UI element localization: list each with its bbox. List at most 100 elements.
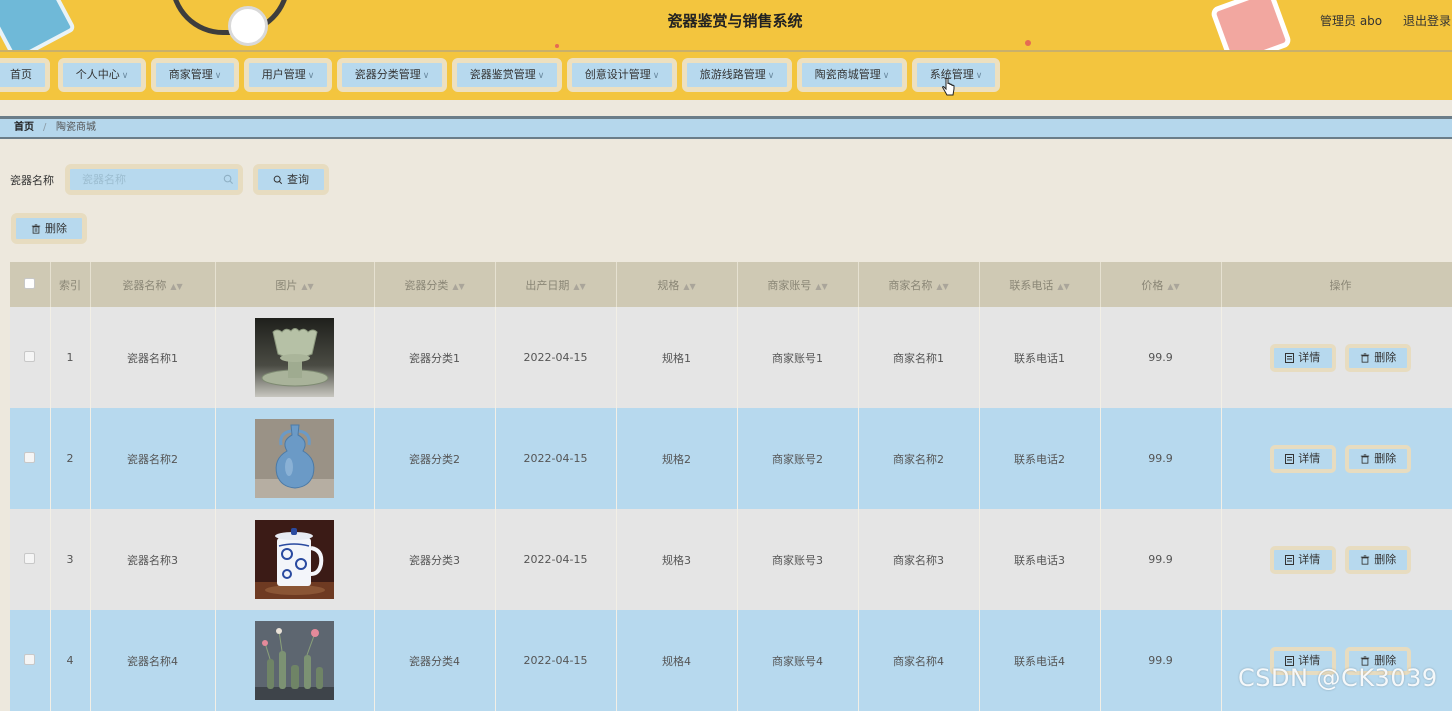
detail-button[interactable]: 详情 — [1269, 545, 1336, 574]
product-image-green-vases[interactable] — [255, 621, 334, 700]
product-image-lidded-mug[interactable] — [255, 520, 334, 599]
column-header-label: 索引 — [59, 278, 81, 292]
nav-category-mgmt[interactable]: 瓷器分类管理 ∨ — [337, 58, 447, 92]
column-header-phone[interactable]: 联系电话 ▲▼ — [979, 262, 1101, 307]
sort-icon[interactable]: ▲▼ — [683, 282, 695, 291]
trash-icon — [1361, 554, 1370, 565]
csdn-watermark: CSDN @CK3039 — [1238, 664, 1438, 692]
chevron-down-icon: ∨ — [882, 71, 890, 81]
product-image-blue-vase[interactable] — [255, 419, 334, 498]
logout-link[interactable]: 退出登录 — [1403, 12, 1451, 29]
nav-user-mgmt[interactable]: 用户管理 ∨ — [244, 58, 332, 92]
hand-cursor-icon — [942, 78, 955, 96]
delete-button[interactable]: 删除 — [1345, 545, 1412, 574]
breadcrumb-current: 陶瓷商城 — [56, 122, 96, 133]
header-tablet-decoration — [0, 0, 77, 50]
row-checkbox[interactable] — [24, 350, 36, 362]
nav-merchant-mgmt[interactable]: 商家管理 ∨ — [151, 58, 239, 92]
sort-icon[interactable]: ▲▼ — [936, 282, 948, 291]
nav-system-mgmt[interactable]: 系统管理 ∨ — [912, 58, 1000, 92]
sort-icon[interactable]: ▲▼ — [452, 282, 464, 291]
admin-user-label: 管理员 abo — [1320, 14, 1383, 28]
nav-mall-mgmt[interactable]: 陶瓷商城管理 ∨ — [797, 58, 907, 92]
search-input[interactable] — [70, 169, 222, 190]
delete-button[interactable]: 删除 — [1345, 343, 1412, 372]
column-header-label: 规格 — [657, 278, 680, 292]
breadcrumb-home[interactable]: 首页 — [14, 119, 34, 137]
nav-personal-center[interactable]: 个人中心 ∨ — [58, 58, 146, 92]
app-title: 瓷器鉴赏与销售系统 — [667, 12, 803, 30]
delete-button[interactable]: 删除 — [1345, 444, 1412, 473]
chevron-down-icon: ∨ — [422, 71, 430, 81]
document-icon — [1285, 352, 1295, 363]
account-cell: 商家账号3 — [737, 509, 859, 610]
header-earbud-decoration — [228, 6, 268, 46]
column-header-account[interactable]: 商家账号 ▲▼ — [737, 262, 859, 307]
search-icon — [273, 175, 283, 185]
sort-icon[interactable]: ▲▼ — [301, 282, 313, 291]
query-button-label: 查询 — [287, 173, 309, 186]
nav-appreciation-mgmt[interactable]: 瓷器鉴赏管理 ∨ — [452, 58, 562, 92]
sort-icon[interactable]: ▲▼ — [170, 282, 182, 291]
category-cell: 瓷器分类3 — [374, 509, 496, 610]
column-header-date[interactable]: 出产日期 ▲▼ — [495, 262, 617, 307]
row-checkbox-cell — [10, 307, 51, 408]
date-cell: 2022-04-15 — [495, 408, 617, 509]
merchant-cell: 商家名称1 — [858, 307, 980, 408]
delete-label: 删除 — [1374, 552, 1397, 566]
column-header-category[interactable]: 瓷器分类 ▲▼ — [374, 262, 496, 307]
column-header-actions: 操作 — [1221, 262, 1452, 307]
table-row: 4 瓷器名称4 瓷器分类4 2022-04-15 规格4 商家账号4 商家名称4… — [10, 610, 1452, 711]
name-cell: 瓷器名称1 — [90, 307, 216, 408]
column-header-merchant[interactable]: 商家名称 ▲▼ — [858, 262, 980, 307]
date-cell: 2022-04-15 — [495, 610, 617, 711]
product-image-celadon-cup[interactable] — [255, 318, 334, 397]
nav-creative-mgmt[interactable]: 创意设计管理 ∨ — [567, 58, 677, 92]
query-button[interactable]: 查询 — [253, 164, 329, 195]
sort-icon[interactable]: ▲▼ — [1167, 282, 1179, 291]
table-row: 2 瓷器名称2 瓷器分类2 2022-04-15 规格2 商家账号2 商家名称2… — [10, 408, 1452, 509]
actions-cell: 详情 删除 — [1221, 408, 1452, 509]
column-header-index: 索引 — [50, 262, 91, 307]
spec-cell: 规格2 — [616, 408, 738, 509]
actions-cell: 详情 删除 — [1221, 307, 1452, 408]
chevron-down-icon: ∨ — [214, 71, 222, 81]
table-header-row: 索引 瓷器名称 ▲▼ 图片 ▲▼ 瓷器分类 ▲▼ 出产日期 ▲▼ 规格 ▲▼ 商家账号 ▲▼… — [10, 262, 1452, 307]
table-row: 3 瓷器名称3 瓷器分类3 2022-04-15 规格3 商家账号3 商家名称3… — [10, 509, 1452, 610]
index-cell: 3 — [50, 509, 91, 610]
document-icon — [1285, 453, 1295, 464]
merchant-cell: 商家名称4 — [858, 610, 980, 711]
detail-button[interactable]: 详情 — [1269, 343, 1336, 372]
detail-label: 详情 — [1298, 451, 1321, 465]
row-checkbox-cell — [10, 610, 51, 711]
price-cell: 99.9 — [1100, 610, 1222, 711]
nav-travel-mgmt[interactable]: 旅游线路管理 ∨ — [682, 58, 792, 92]
price-cell: 99.9 — [1100, 307, 1222, 408]
index-cell: 2 — [50, 408, 91, 509]
column-header-label: 出产日期 — [525, 278, 570, 292]
column-header-name[interactable]: 瓷器名称 ▲▼ — [90, 262, 216, 307]
chevron-down-icon: ∨ — [652, 71, 660, 81]
sort-icon[interactable]: ▲▼ — [573, 282, 585, 291]
spec-cell: 规格3 — [616, 509, 738, 610]
image-cell — [215, 610, 375, 711]
column-header-image[interactable]: 图片 ▲▼ — [215, 262, 375, 307]
search-field — [65, 164, 243, 195]
breadcrumb: 首页 / 陶瓷商城 — [0, 116, 1452, 139]
column-header-spec[interactable]: 规格 ▲▼ — [616, 262, 738, 307]
row-checkbox[interactable] — [24, 552, 36, 564]
nav-label: 商家管理 — [168, 68, 213, 81]
column-header-price[interactable]: 价格 ▲▼ — [1100, 262, 1222, 307]
sort-icon[interactable]: ▲▼ — [1057, 282, 1069, 291]
row-checkbox[interactable] — [24, 451, 36, 463]
phone-cell: 联系电话1 — [979, 307, 1101, 408]
batch-delete-button[interactable]: 删除 — [11, 213, 87, 244]
phone-cell: 联系电话2 — [979, 408, 1101, 509]
detail-button[interactable]: 详情 — [1269, 444, 1336, 473]
actions-cell: 详情 删除 — [1221, 610, 1452, 711]
nav-home[interactable]: 首页 — [0, 58, 50, 92]
select-all-checkbox[interactable] — [24, 277, 36, 289]
spec-cell: 规格4 — [616, 610, 738, 711]
row-checkbox[interactable] — [24, 653, 36, 665]
sort-icon[interactable]: ▲▼ — [815, 282, 827, 291]
